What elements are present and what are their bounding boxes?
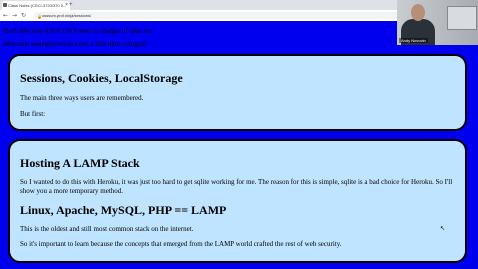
presenter-head [411,4,425,21]
paragraph: But first: [20,110,46,118]
section-subtitle: Linux, Apache, MySQL, PHP == LAMP [20,203,227,217]
new-tab-icon[interactable]: + [69,1,73,9]
close-tab-icon[interactable]: × [65,1,68,10]
url-text: osssum.prof.ninja/sessions/ [42,13,92,18]
section-title: Sessions, Cookies, LocalStorage [20,71,183,85]
webcam-monitor [447,6,477,30]
address-bar[interactable]: 🔒 osssum.prof.ninja/sessions/ [34,12,400,19]
paragraph: So I wanted to do this with Heroku, it w… [20,178,453,195]
section-title: Hosting A LAMP Stack [20,156,140,170]
forward-icon[interactable]: → [12,11,17,20]
reload-icon[interactable]: ↻ [21,11,26,20]
tab-title: Class Notes (CSCI-3720/370 5... [8,3,67,8]
paragraph: This is the oldest and still most common… [20,225,194,233]
welcome-logout-link[interactable]: Welcome andy@novocin.com, Click here to … [3,40,147,48]
section-card-lamp: Hosting A LAMP Stack So I wanted to do t… [8,139,467,263]
section-card-sessions: Sessions, Cookies, LocalStorage The main… [8,54,467,131]
webcam-overlay: Andy Novocin [397,0,478,45]
back-icon[interactable]: ← [3,11,8,20]
style-switch-link[interactable]: Don't like this style? Click here to cha… [3,27,152,35]
paragraph: So it's important to learn because the c… [20,240,342,248]
favicon-icon [3,3,7,7]
mouse-cursor-icon: ↖ [440,226,446,232]
presenter-name: Andy Novocin [399,38,428,43]
lock-icon: 🔒 [37,14,42,19]
browser-tab[interactable]: Class Notes (CSCI-3720/370 5... × [2,1,70,10]
paragraph: The main three ways users are remembered… [20,94,144,102]
